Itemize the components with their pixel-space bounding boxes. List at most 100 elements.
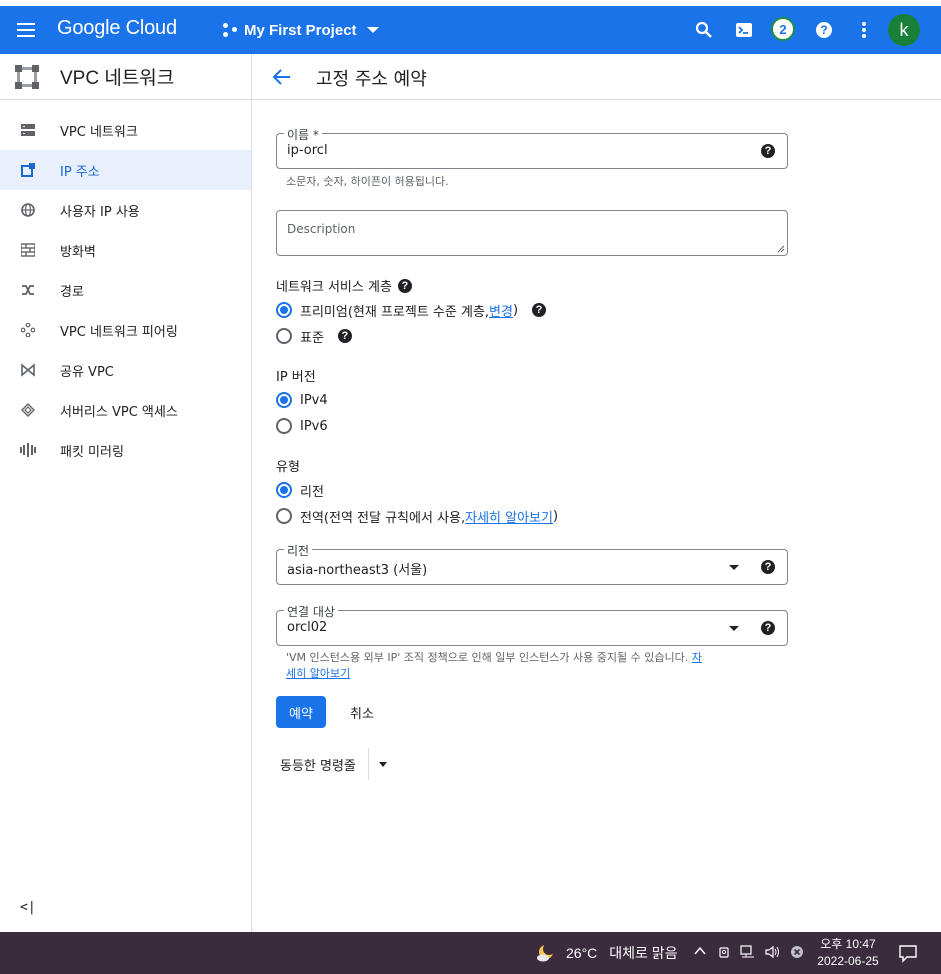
help-icon[interactable]: ? <box>532 303 547 317</box>
name-hint: 소문자, 숫자, 하이픈이 허용됩니다. <box>286 175 449 188</box>
help-icon[interactable]: ? <box>812 18 836 42</box>
dropdown-caret-icon <box>729 565 739 570</box>
sidebar-item-label: VPC 네트워크 피어링 <box>60 324 178 340</box>
volume-icon[interactable] <box>764 945 782 962</box>
sidebar-item-label: 사용자 IP 사용 <box>60 204 140 220</box>
sidebar-item-label: 서버리스 VPC 액세스 <box>60 404 178 420</box>
resize-handle-icon[interactable] <box>777 245 785 253</box>
cloud-shell-icon[interactable] <box>732 18 756 42</box>
change-tier-link[interactable]: 변경 <box>489 301 513 320</box>
radio-selected[interactable] <box>276 302 292 318</box>
weather-widget[interactable]: 26°C 대체로 맑음 <box>536 942 678 964</box>
sidebar-item-label: 방화벽 <box>60 244 96 260</box>
sidebar-item-label: 패킷 미러링 <box>60 444 124 460</box>
hamburger-menu-icon[interactable] <box>14 18 38 42</box>
sidebar-item-label: VPC 네트워크 <box>60 124 138 140</box>
name-field-label: 이름 * <box>284 126 322 143</box>
help-icon[interactable]: ? <box>761 144 775 158</box>
meet-now-icon[interactable] <box>718 945 732 962</box>
region-select[interactable]: 리전 asia-northeast3 (서울) ? <box>276 542 788 585</box>
more-vert-icon[interactable] <box>852 18 876 42</box>
taskbar: 26°C 대체로 맑음 오후 10:47 2022-06-25 <box>0 932 941 974</box>
equivalent-command-button[interactable]: 동등한 명령줄 <box>280 748 387 780</box>
chevron-down-icon <box>366 27 379 33</box>
sidebar-item-label: 경로 <box>60 284 84 300</box>
dropdown-caret-icon <box>729 626 739 631</box>
sidebar-item-packet-mirroring[interactable]: 패킷 미러링 <box>0 430 251 470</box>
sidebar-item-shared-vpc[interactable]: 공유 VPC <box>0 350 251 390</box>
type-global-option[interactable]: 전역(전역 전달 규칙에서 사용, 자세히 알아보기) <box>276 506 558 526</box>
sidebar-item-vpc-peering[interactable]: VPC 네트워크 피어링 <box>0 310 251 350</box>
ipv6-option[interactable]: IPv6 <box>276 416 328 436</box>
help-icon[interactable]: ? <box>761 621 775 635</box>
description-field[interactable]: Description <box>276 210 788 256</box>
sidebar: VPC 네트워크 VPC 네트워크 IP 주소 사용자 IP 사용 방화벽 경로… <box>0 54 252 932</box>
vpc-logo-icon <box>14 64 40 90</box>
learn-more-link[interactable]: 자세히 알아보기 <box>465 507 553 526</box>
name-field-value: ip-orcl <box>287 143 328 158</box>
routes-icon <box>20 282 36 298</box>
learn-more-link[interactable]: 자 <box>692 651 702 664</box>
ipv4-option[interactable]: IPv4 <box>276 390 328 410</box>
type-label: 유형 <box>276 460 300 475</box>
globe-icon <box>20 202 36 218</box>
radio-selected[interactable] <box>276 392 292 408</box>
radio-unselected[interactable] <box>276 328 292 344</box>
collapse-sidebar-button[interactable]: <| <box>20 900 36 915</box>
description-placeholder: Description <box>287 222 356 236</box>
system-clock[interactable]: 오후 10:47 2022-06-25 <box>812 936 884 970</box>
clock-date: 2022-06-25 <box>817 954 879 968</box>
attach-to-select[interactable]: 연결 대상 orcl02 ? <box>276 603 788 646</box>
attach-value: orcl02 <box>287 620 328 635</box>
shared-vpc-icon <box>20 362 36 378</box>
sidebar-title: VPC 네트워크 <box>60 68 175 89</box>
dropdown-caret-icon[interactable] <box>378 761 387 767</box>
clock-time: 오후 10:47 <box>820 937 876 951</box>
page-title: 고정 주소 예약 <box>316 69 427 90</box>
page-header: 고정 주소 예약 <box>252 54 941 100</box>
attach-label: 연결 대상 <box>284 603 338 620</box>
project-name: My First Project <box>244 21 357 39</box>
sidebar-item-ip-address[interactable]: IP 주소 <box>0 150 251 190</box>
help-icon[interactable]: ? <box>337 329 352 343</box>
peering-icon <box>20 322 36 338</box>
sidebar-header: VPC 네트워크 <box>0 54 251 100</box>
partly-cloudy-night-icon <box>536 943 556 963</box>
back-arrow-icon[interactable] <box>270 65 294 89</box>
name-field[interactable]: 이름 * ip-orcl ? <box>276 126 788 169</box>
sidebar-item-firewall[interactable]: 방화벽 <box>0 230 251 270</box>
tier-label: 네트워크 서비스 계층 <box>276 280 392 295</box>
google-cloud-logo[interactable]: Google Cloud <box>57 17 177 40</box>
sidebar-item-vpc-network[interactable]: VPC 네트워크 <box>0 110 251 150</box>
help-icon[interactable]: ? <box>761 560 775 574</box>
avatar[interactable]: k <box>888 14 920 46</box>
sidebar-item-routes[interactable]: 경로 <box>0 270 251 310</box>
chevron-up-icon[interactable] <box>694 945 706 960</box>
tier-premium-option[interactable]: 프리미엄(현재 프로젝트 수준 계층, 변경) ? <box>276 300 547 320</box>
tier-standard-option[interactable]: 표준 ? <box>276 326 352 346</box>
radio-unselected[interactable] <box>276 508 292 524</box>
reserve-button[interactable]: 예약 <box>276 696 326 728</box>
radio-unselected[interactable] <box>276 418 292 434</box>
attach-policy-hint: 'VM 인스턴스용 외부 IP' 조직 정책으로 인해 일부 인스턴스가 사용 … <box>286 651 702 680</box>
project-icon <box>222 22 238 38</box>
sidebar-item-custom-ip[interactable]: 사용자 IP 사용 <box>0 190 251 230</box>
project-selector[interactable]: My First Project <box>222 18 379 42</box>
ip-version-label: IP 버전 <box>276 370 316 385</box>
learn-more-link[interactable]: 세히 알아보기 <box>286 667 350 680</box>
main-content: 고정 주소 예약 이름 * ip-orcl ? 소문자, 숫자, 하이픈이 허용… <box>252 54 941 932</box>
vpc-network-icon <box>20 122 36 138</box>
search-icon[interactable] <box>692 18 716 42</box>
notification-center-icon[interactable] <box>898 943 918 963</box>
sidebar-item-serverless-vpc[interactable]: 서버리스 VPC 액세스 <box>0 390 251 430</box>
cancel-button[interactable]: 취소 <box>342 696 382 728</box>
radio-selected[interactable] <box>276 482 292 498</box>
notification-badge[interactable]: 2 <box>771 17 795 41</box>
sync-error-icon[interactable] <box>790 945 804 962</box>
type-regional-option[interactable]: 리전 <box>276 480 324 500</box>
help-icon[interactable]: ? <box>397 278 412 293</box>
region-label: 리전 <box>284 542 313 559</box>
firewall-icon <box>20 242 36 258</box>
network-icon[interactable] <box>740 945 756 962</box>
packet-mirroring-icon <box>20 442 36 458</box>
